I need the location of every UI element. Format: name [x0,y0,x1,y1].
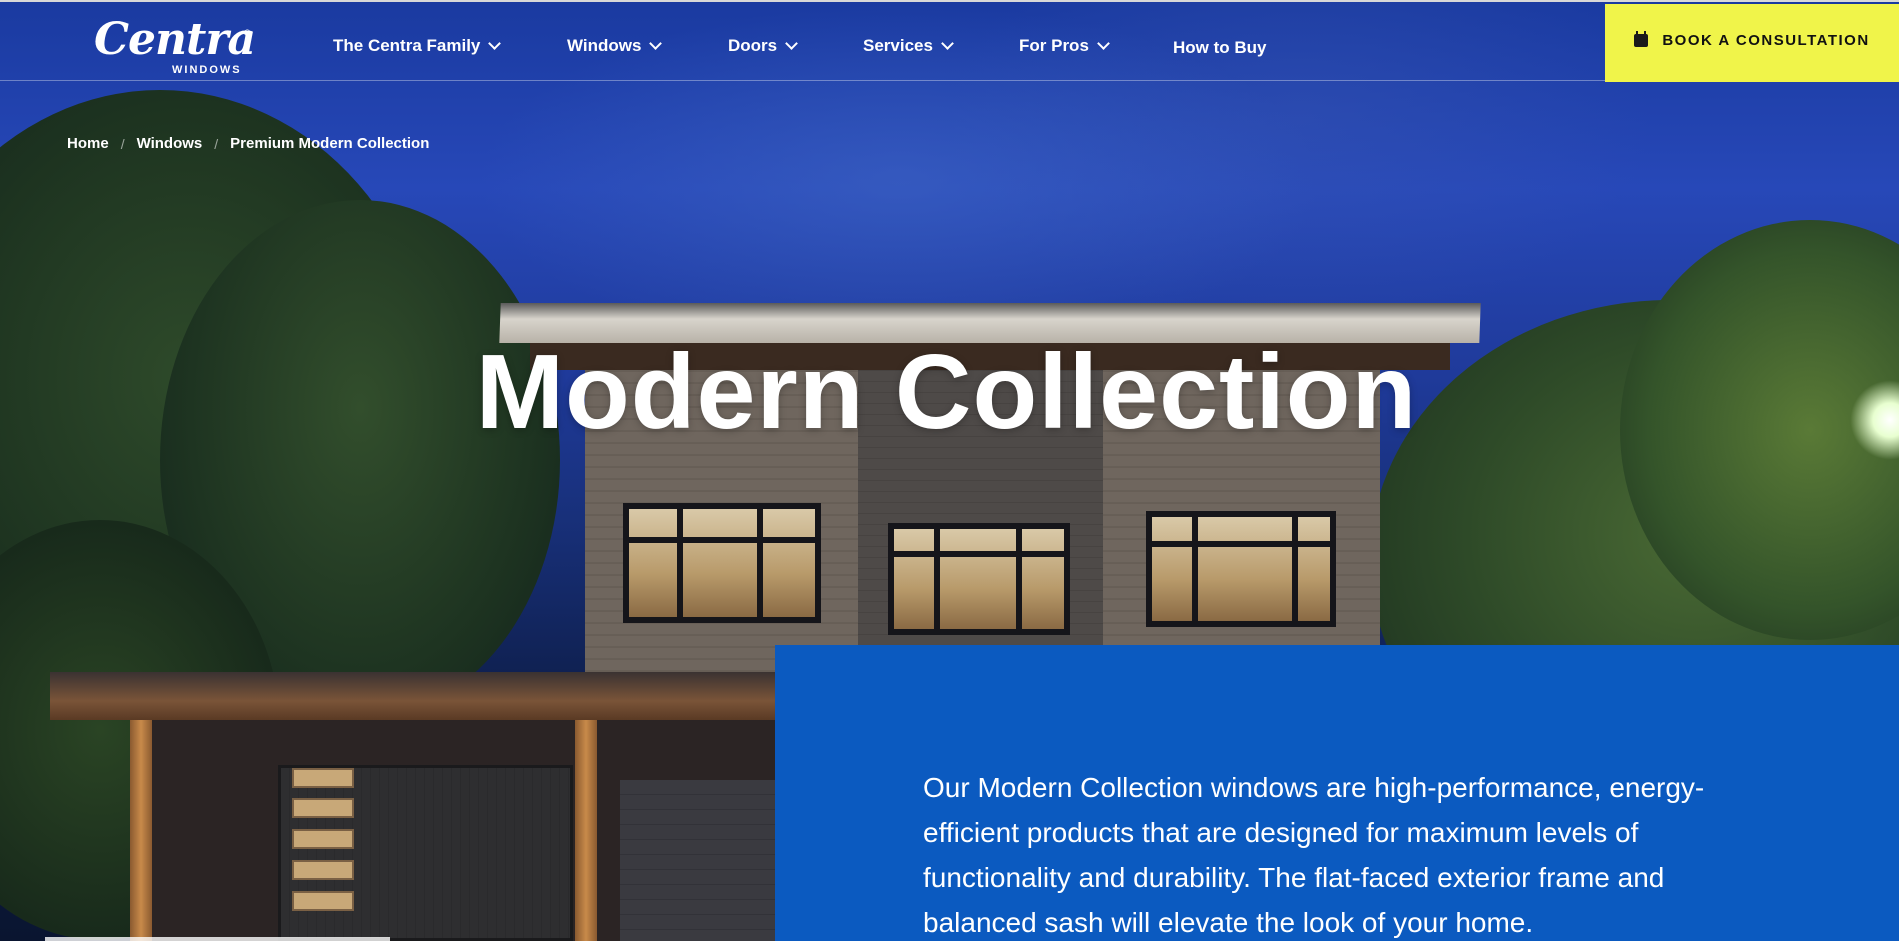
nav-item-label: How to Buy [1173,38,1267,57]
house-window [623,503,821,623]
nav-item-label: Windows [567,36,642,55]
garage-window-panel [292,768,354,788]
breadcrumb-separator: / [120,135,125,152]
breadcrumb-current-page: Premium Modern Collection [230,135,430,152]
nav-item-windows[interactable]: Windows [567,36,663,56]
centra-logo[interactable]: Centra ® WINDOWS [94,14,256,78]
breadcrumb: Home / Windows / Premium Modern Collecti… [67,135,429,152]
breadcrumb-link-windows[interactable]: Windows [137,135,203,152]
page-title: Modern Collection [0,332,1899,453]
registered-mark: ® [244,28,251,38]
garage-window-panel [292,891,354,911]
top-navigation-bar: Centra ® WINDOWS The Centra Family Windo… [0,0,1899,82]
nav-item-services[interactable]: Services [863,36,954,56]
logo-subtitle: WINDOWS [172,64,242,76]
chevron-down-icon [1097,36,1110,50]
garage-window-panel [292,798,354,818]
garage-window-panel [292,829,354,849]
nav-item-label: Services [863,36,933,55]
intro-paragraph: Our Modern Collection windows are high-p… [923,772,1705,938]
nav-item-label: The Centra Family [333,36,481,55]
stone-wall [620,780,780,941]
calendar-icon [1634,30,1649,47]
garage-door [278,765,573,941]
chevron-down-icon [488,36,502,50]
chevron-down-icon [649,36,663,50]
garage-window-panel [292,860,354,880]
breadcrumb-link-home[interactable]: Home [67,135,109,152]
scroll-indicator [45,937,390,941]
nav-item-label: For Pros [1019,36,1089,55]
garage-roof [50,672,790,720]
nav-item-label: Doors [728,36,778,55]
nav-item-how-to-buy[interactable]: How to Buy [1173,38,1267,58]
book-consultation-button[interactable]: BOOK A CONSULTATION [1605,4,1899,82]
page-title-text: Modern Collection [475,333,1418,451]
nav-item-the-centra-family[interactable]: The Centra Family [333,36,502,56]
logo-wordmark: Centra [94,14,256,65]
intro-panel: Our Modern Collection windows are high-p… [775,645,1899,941]
wood-post [575,720,597,941]
house-window [888,523,1070,635]
nav-item-for-pros[interactable]: For Pros [1019,36,1110,56]
wood-post [130,720,152,941]
breadcrumb-separator: / [214,135,219,152]
chevron-down-icon [785,36,798,50]
house-window [1146,511,1336,627]
nav-item-doors[interactable]: Doors [728,36,798,56]
book-consultation-label: BOOK A CONSULTATION [1662,31,1870,49]
chevron-down-icon [941,36,954,50]
